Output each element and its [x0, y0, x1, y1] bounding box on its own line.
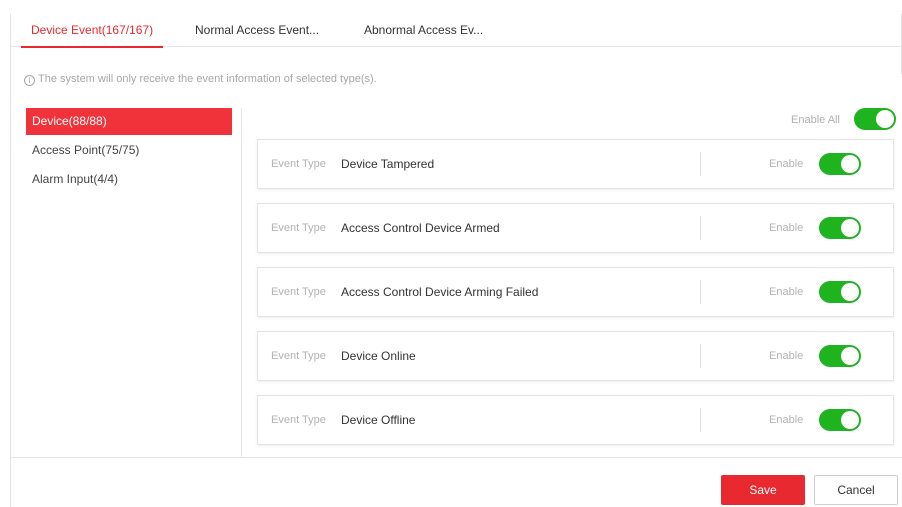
event-type-value: Access Control Device Armed: [341, 221, 500, 235]
event-settings-panel: Device Event(167/167) Normal Access Even…: [10, 14, 902, 507]
event-type-value: Device Online: [341, 349, 416, 363]
event-type-value: Access Control Device Arming Failed: [341, 285, 539, 299]
hint-text: i The system will only receive the event …: [24, 73, 377, 86]
event-row-device-offline: Event Type Device Offline Enable: [257, 395, 894, 445]
footer-bar: Save Cancel: [11, 457, 902, 507]
event-type-label: Event Type: [271, 158, 326, 170]
sidebar-item-device[interactable]: Device(88/88): [26, 108, 232, 135]
event-row-device-tampered: Event Type Device Tampered Enable: [257, 139, 894, 189]
tab-abnormal-access-event[interactable]: Abnormal Access Ev...: [364, 14, 483, 47]
event-type-value: Device Tampered: [341, 157, 435, 171]
enable-label: Enable: [769, 222, 804, 234]
enable-toggle[interactable]: [819, 345, 861, 367]
sidebar-item-access-point[interactable]: Access Point(75/75): [26, 137, 232, 164]
hint-message: The system will only receive the event i…: [38, 73, 377, 85]
event-type-label: Event Type: [271, 414, 326, 426]
divider: [700, 408, 701, 432]
divider: [700, 344, 701, 368]
tab-normal-access-event[interactable]: Normal Access Event...: [195, 14, 319, 47]
sidebar-item-alarm-input[interactable]: Alarm Input(4/4): [26, 166, 232, 193]
enable-toggle[interactable]: [819, 153, 861, 175]
enable-label: Enable: [769, 350, 804, 362]
event-type-label: Event Type: [271, 350, 326, 362]
category-sidebar: Device(88/88) Access Point(75/75) Alarm …: [11, 108, 242, 457]
top-cropped-strip: [0, 0, 902, 14]
event-type-label: Event Type: [271, 222, 326, 234]
enable-toggle[interactable]: [819, 217, 861, 239]
event-tabs: Device Event(167/167) Normal Access Even…: [11, 14, 902, 48]
enable-toggle[interactable]: [819, 281, 861, 303]
save-button[interactable]: Save: [721, 475, 805, 505]
event-type-label: Event Type: [271, 286, 326, 298]
enable-label: Enable: [769, 286, 804, 298]
event-type-value: Device Offline: [341, 413, 416, 427]
event-row-access-control-device-armed: Event Type Access Control Device Armed E…: [257, 203, 894, 253]
event-row-device-online: Event Type Device Online Enable: [257, 331, 894, 381]
divider: [700, 152, 701, 176]
enable-all-toggle-wrap: [854, 108, 896, 133]
enable-label: Enable: [769, 414, 804, 426]
cancel-button[interactable]: Cancel: [814, 475, 898, 505]
event-row-access-control-device-arming-failed: Event Type Access Control Device Arming …: [257, 267, 894, 317]
divider: [700, 280, 701, 304]
enable-all-toggle[interactable]: [854, 108, 896, 130]
info-icon: i: [24, 75, 35, 86]
enable-all-label: Enable All: [791, 114, 840, 126]
tab-device-event[interactable]: Device Event(167/167): [20, 14, 164, 48]
divider: [700, 216, 701, 240]
enable-label: Enable: [769, 158, 804, 170]
enable-toggle[interactable]: [819, 409, 861, 431]
